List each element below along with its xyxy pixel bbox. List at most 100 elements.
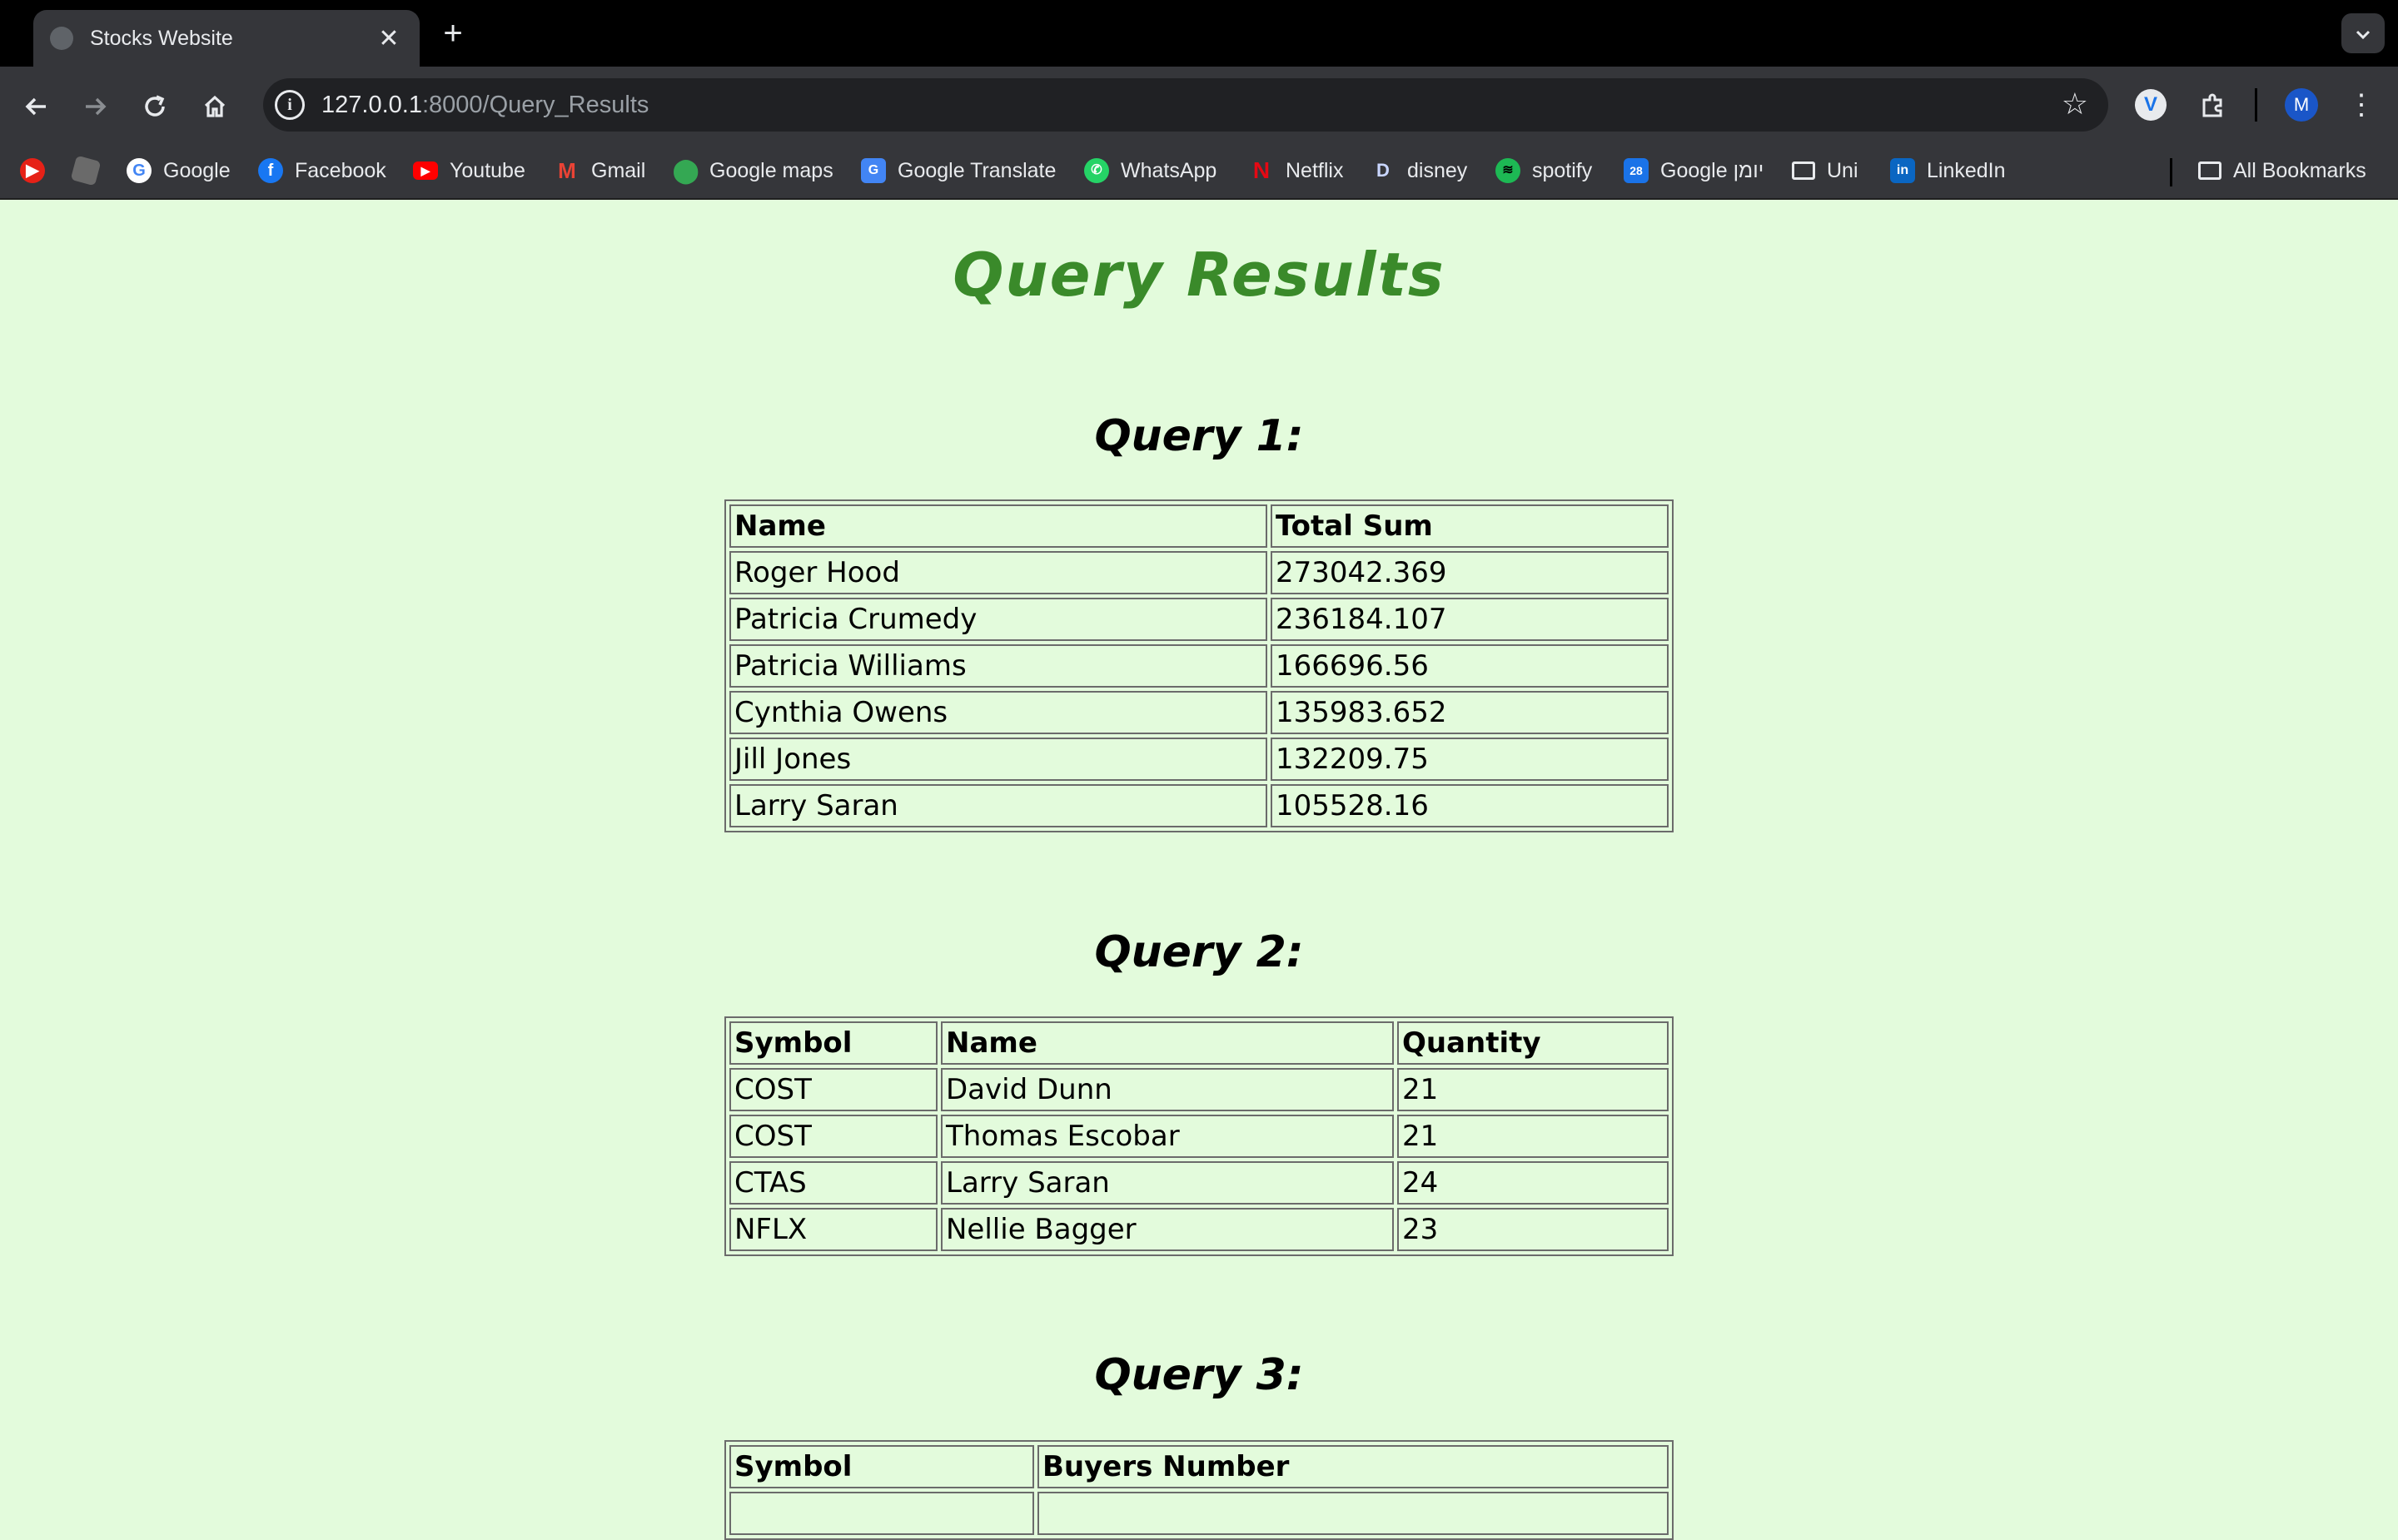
cell-symbol: COST	[729, 1068, 938, 1111]
puzzle-icon	[2202, 93, 2222, 117]
column-header-symbol: Symbol	[729, 1445, 1034, 1488]
bookmark-google-maps[interactable]: ⬤ Google maps	[673, 143, 833, 198]
table-row: NFLX Nellie Bagger 23	[729, 1208, 1669, 1251]
cell-symbol: CTAS	[729, 1161, 938, 1205]
forward-button[interactable]	[77, 87, 113, 123]
bookmark-facebook[interactable]: f Facebook	[258, 143, 386, 198]
cell-total-sum: 236184.107	[1271, 598, 1669, 641]
facebook-icon: f	[258, 158, 283, 183]
bookmarks-bar: ▶ G Google f Facebook ▶ Youtube M Gmail …	[0, 143, 2398, 200]
reload-button[interactable]	[137, 87, 173, 123]
address-bar[interactable]: i 127.0.0.1:8000/Query_Results ☆	[263, 78, 2108, 132]
bookmark-label: Google maps	[709, 158, 833, 182]
cell-symbol: COST	[729, 1115, 938, 1158]
cell-quantity: 21	[1397, 1068, 1669, 1111]
bookmark-label: Google Translate	[898, 158, 1057, 182]
cell-name: Nellie Bagger	[941, 1208, 1394, 1251]
bookmark-label: Uni	[1827, 158, 1858, 182]
cell-name: Larry Saran	[941, 1161, 1394, 1205]
query-1-table: Name Total Sum Roger Hood 273042.369 Pat…	[724, 499, 1674, 832]
bookmark-spotify[interactable]: ≋ spotify	[1495, 143, 1592, 198]
back-button[interactable]	[18, 87, 55, 123]
toolbar-divider	[2255, 88, 2257, 122]
cell-name: Cynthia Owens	[729, 691, 1267, 734]
bookmark-google-calendar[interactable]: 28 Google יומן	[1624, 143, 1764, 198]
close-tab-icon[interactable]: ✕	[375, 24, 403, 53]
bookmark-label: LinkedIn	[1927, 158, 2006, 182]
table-row: Patricia Williams 166696.56	[729, 644, 1669, 688]
bookmark-disney[interactable]: D disney	[1371, 143, 1467, 198]
query-1-heading: Query 1:	[1094, 411, 1304, 461]
url-text[interactable]: 127.0.0.1:8000/Query_Results	[321, 78, 649, 132]
bookmark-roblox[interactable]	[70, 143, 110, 198]
table-row: Jill Jones 132209.75	[729, 738, 1669, 781]
column-header-name: Name	[729, 504, 1267, 548]
disney-icon: D	[1376, 160, 1390, 181]
site-info-icon[interactable]: i	[275, 90, 305, 120]
bookmark-label: disney	[1407, 158, 1468, 182]
query-2-heading: Query 2:	[1094, 927, 1304, 977]
bookmark-youtube-music[interactable]: ▶	[20, 143, 57, 198]
bookmark-linkedin[interactable]: in LinkedIn	[1890, 143, 2006, 198]
column-header-total-sum: Total Sum	[1271, 504, 1669, 548]
netflix-icon: N	[1252, 157, 1271, 183]
bookmark-star-icon[interactable]: ☆	[2062, 87, 2088, 122]
tab-strip: Stocks Website ✕ +	[0, 0, 2398, 67]
table-row: COST Thomas Escobar 21	[729, 1115, 1669, 1158]
page-title: Query Results	[953, 240, 1445, 310]
table-row: COST David Dunn 21	[729, 1068, 1669, 1111]
google-icon: G	[127, 158, 152, 183]
table-header-row: Symbol Name Quantity	[729, 1021, 1669, 1065]
youtube-music-icon: ▶	[20, 158, 45, 183]
query-3-table: Symbol Buyers Number	[724, 1440, 1674, 1540]
new-tab-button[interactable]: +	[436, 15, 470, 52]
url-host: 127.0.0.1	[321, 92, 422, 118]
bookmark-label: Netflix	[1286, 158, 1344, 182]
bookmark-label: WhatsApp	[1121, 158, 1217, 182]
bookmark-label: Gmail	[591, 158, 646, 182]
bookmark-gmail[interactable]: M Gmail	[555, 143, 645, 198]
bookmark-label: Youtube	[450, 158, 525, 182]
linkedin-icon: in	[1890, 158, 1915, 183]
bookmark-label: spotify	[1532, 158, 1593, 182]
bookmark-youtube[interactable]: ▶ Youtube	[413, 143, 525, 198]
all-bookmarks-label: All Bookmarks	[2233, 158, 2366, 182]
bookmark-label: Google יומן	[1660, 158, 1764, 182]
folder-icon	[1792, 161, 1815, 180]
cell-name: Larry Saran	[729, 784, 1267, 827]
calendar-icon: 28	[1624, 158, 1649, 183]
tab-search-button[interactable]	[2341, 13, 2385, 53]
cell-name: Patricia Crumedy	[729, 598, 1267, 641]
bookmark-google-translate[interactable]: G Google Translate	[861, 143, 1056, 198]
all-bookmarks-button[interactable]: All Bookmarks	[2198, 143, 2366, 198]
extensions-puzzle-icon[interactable]	[2195, 87, 2231, 123]
cell-total-sum: 105528.16	[1271, 784, 1669, 827]
bookmark-folder-uni[interactable]: Uni	[1792, 143, 1858, 198]
forward-arrow-icon	[86, 97, 107, 116]
tab-title: Stocks Website	[90, 26, 233, 50]
url-path: :8000/Query_Results	[421, 92, 649, 118]
cell-symbol: NFLX	[729, 1208, 938, 1251]
globe-icon	[50, 27, 73, 50]
cell-name: David Dunn	[941, 1068, 1394, 1111]
bookmark-google[interactable]: G Google	[127, 143, 231, 198]
column-header-name: Name	[941, 1021, 1394, 1065]
column-header-quantity: Quantity	[1397, 1021, 1669, 1065]
column-header-buyers-number: Buyers Number	[1037, 1445, 1669, 1488]
table-header-row: Name Total Sum	[729, 504, 1669, 548]
vpn-extension-icon[interactable]: V	[2135, 89, 2167, 121]
chevron-down-icon	[2356, 31, 2371, 40]
bookmark-label: Google	[163, 158, 231, 182]
profile-avatar[interactable]: M	[2285, 88, 2318, 122]
tab-stocks-website[interactable]: Stocks Website ✕	[33, 10, 420, 67]
maps-icon: ⬤	[673, 157, 699, 183]
bookmark-whatsapp[interactable]: ✆ WhatsApp	[1084, 143, 1216, 198]
home-button[interactable]	[197, 87, 233, 123]
youtube-icon: ▶	[413, 161, 438, 180]
menu-kebab-icon[interactable]: ⋮	[2343, 87, 2380, 123]
cell-name: Patricia Williams	[729, 644, 1267, 688]
bookmark-netflix[interactable]: N Netflix	[1249, 143, 1344, 198]
cell-quantity: 24	[1397, 1161, 1669, 1205]
roblox-icon	[70, 155, 102, 186]
bookmark-label: Facebook	[295, 158, 386, 182]
